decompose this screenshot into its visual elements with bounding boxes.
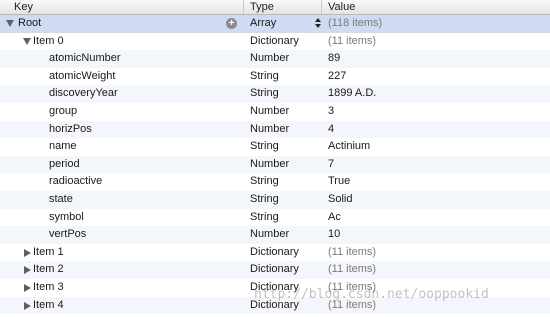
row-type: String: [250, 210, 279, 223]
row-value[interactable]: Ac: [328, 209, 548, 227]
row-field[interactable]: vertPos Number 10: [0, 226, 550, 244]
row-key: Item 2: [33, 263, 64, 276]
row-type: Dictionary: [250, 263, 299, 276]
row-field[interactable]: period Number 7: [0, 155, 550, 174]
row-field[interactable]: name String Actinium: [0, 138, 550, 156]
row-field[interactable]: atomicWeight String 227: [0, 68, 550, 86]
row-root[interactable]: Root + Array (118 items): [0, 15, 550, 33]
row-type: String: [250, 192, 279, 205]
column-header-value[interactable]: Value: [322, 0, 550, 14]
row-item-2[interactable]: Item 2 Dictionary (11 items): [0, 261, 550, 279]
row-value[interactable]: 1899 A.D.: [328, 85, 548, 103]
row-item-0[interactable]: Item 0 Dictionary (11 items): [0, 33, 550, 51]
row-value[interactable]: True: [328, 173, 548, 191]
row-field[interactable]: atomicNumber Number 89: [0, 50, 550, 68]
row-value[interactable]: 4: [328, 121, 548, 139]
row-type: Number: [250, 104, 290, 117]
row-value[interactable]: Actinium: [328, 138, 548, 156]
row-value: (11 items): [328, 34, 377, 47]
row-key: Item 1: [33, 245, 64, 258]
row-type: String: [250, 175, 279, 188]
row-type: String: [250, 87, 279, 100]
row-value[interactable]: 3: [328, 103, 548, 121]
row-value[interactable]: 10: [328, 226, 548, 244]
row-key: Item 0: [33, 34, 64, 47]
row-value: (11 items): [328, 245, 377, 258]
row-type: Dictionary: [250, 245, 299, 258]
row-value[interactable]: 227: [328, 68, 548, 86]
row-type: String: [250, 69, 279, 82]
row-field[interactable]: radioactive String True: [0, 173, 550, 191]
row-type: Number: [250, 122, 290, 135]
column-header: Key Type Value: [0, 0, 550, 15]
row-key: Item 3: [33, 280, 64, 293]
plist-outline: Root + Array (118 items) Item 0 Dictiona…: [0, 15, 550, 315]
row-key: Item 4: [33, 298, 64, 311]
row-item-1[interactable]: Item 1 Dictionary (11 items): [0, 244, 550, 262]
row-type[interactable]: Array: [250, 15, 320, 33]
column-header-type[interactable]: Type: [244, 0, 322, 14]
watermark: http://blog.csdn.net/ooppookid: [254, 287, 489, 302]
row-value: (11 items): [328, 263, 377, 276]
row-key: Root: [18, 17, 42, 29]
row-value[interactable]: 89: [328, 50, 548, 68]
row-type: Number: [250, 52, 290, 65]
row-field[interactable]: state String Solid: [0, 190, 550, 209]
row-field[interactable]: horizPos Number 4: [0, 120, 550, 139]
row-field[interactable]: discoveryYear String 1899 A.D.: [0, 85, 550, 103]
row-value[interactable]: 7: [328, 156, 548, 174]
row-field[interactable]: symbol String Ac: [0, 209, 550, 227]
row-type: Dictionary: [250, 34, 299, 47]
row-field[interactable]: group Number 3: [0, 103, 550, 121]
row-type: String: [250, 140, 279, 153]
row-type: Number: [250, 228, 290, 241]
plus-circle-icon[interactable]: +: [226, 18, 237, 29]
stepper-icon[interactable]: [314, 17, 322, 30]
column-header-key[interactable]: Key: [0, 0, 244, 14]
row-value[interactable]: Solid: [328, 191, 548, 209]
row-type: Number: [250, 157, 290, 170]
row-value: (118 items): [328, 17, 383, 29]
